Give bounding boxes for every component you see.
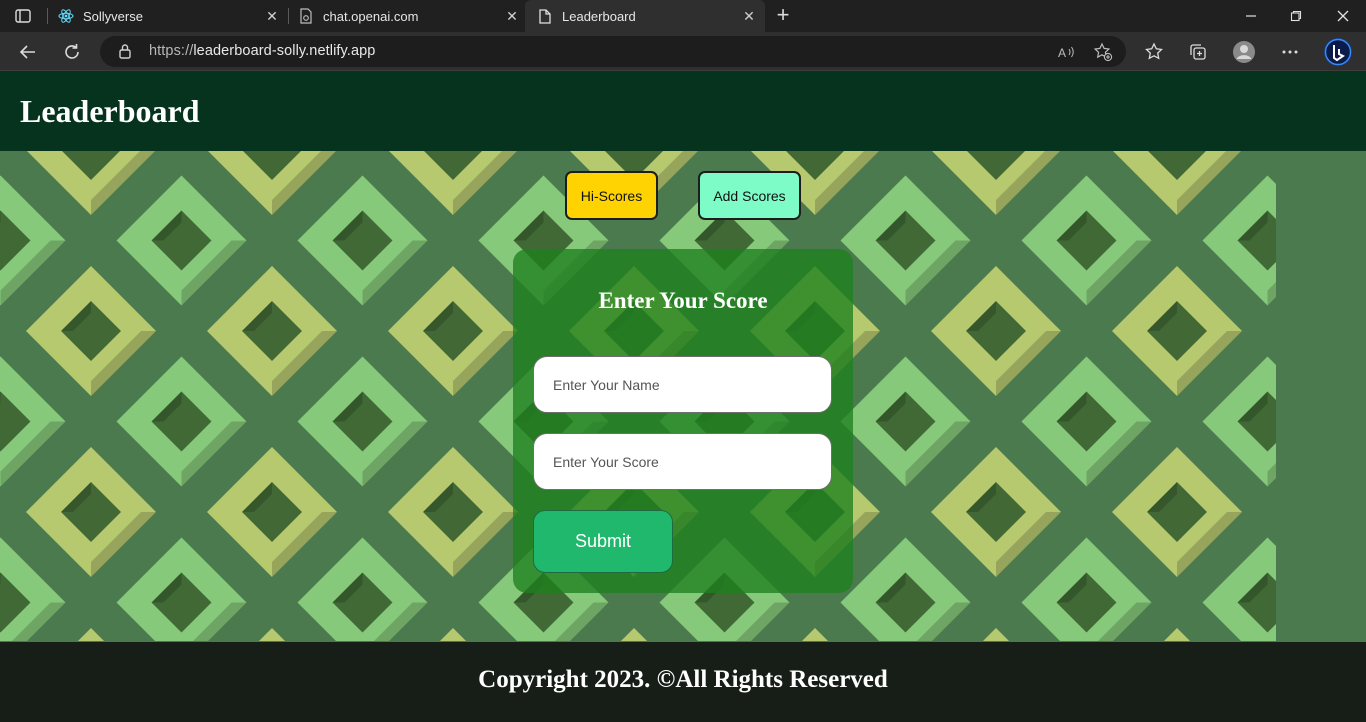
tab-title: Sollyverse bbox=[83, 8, 143, 24]
restore-icon[interactable] bbox=[1286, 6, 1306, 26]
document-icon bbox=[537, 8, 553, 24]
form-title: Enter Your Score bbox=[598, 288, 768, 313]
tab-title: Leaderboard bbox=[562, 8, 636, 24]
web-page: Leaderboard Hi-Scores Add Scores Enter Y… bbox=[0, 71, 1366, 722]
add-scores-button[interactable]: Add Scores bbox=[698, 171, 801, 220]
score-form: Enter Your Score Submit bbox=[513, 249, 853, 593]
page-icon bbox=[298, 8, 314, 24]
close-tab-icon[interactable]: ✕ bbox=[264, 8, 280, 24]
favorites-icon[interactable] bbox=[1142, 40, 1166, 64]
site-header: Leaderboard bbox=[0, 71, 1366, 151]
add-favorite-icon[interactable] bbox=[1092, 41, 1114, 63]
address-bar[interactable]: https://leaderboard-solly.netlify.app A bbox=[100, 36, 1126, 67]
close-window-icon[interactable] bbox=[1333, 6, 1353, 26]
collections-icon[interactable] bbox=[1186, 40, 1210, 64]
browser-toolbar: https://leaderboard-solly.netlify.app A bbox=[0, 32, 1366, 71]
submit-button[interactable]: Submit bbox=[533, 510, 673, 573]
svg-text:A: A bbox=[1058, 46, 1066, 59]
tab-leaderboard[interactable]: Leaderboard ✕ bbox=[525, 0, 765, 32]
react-icon bbox=[58, 8, 74, 24]
hi-scores-button[interactable]: Hi-Scores bbox=[565, 171, 658, 220]
read-aloud-icon[interactable]: A bbox=[1056, 41, 1078, 63]
profile-avatar-icon[interactable] bbox=[1231, 39, 1257, 65]
url-text: https://leaderboard-solly.netlify.app bbox=[149, 43, 376, 59]
copyright-text: Copyright 2023. ©All Rights Reserved bbox=[478, 666, 888, 693]
close-tab-icon[interactable]: ✕ bbox=[741, 8, 757, 24]
tab-chat-openai[interactable]: chat.openai.com ✕ bbox=[298, 0, 520, 32]
refresh-icon[interactable] bbox=[60, 40, 84, 64]
back-icon[interactable] bbox=[16, 40, 40, 64]
tab-sollyverse[interactable]: Sollyverse ✕ bbox=[58, 0, 280, 32]
tab-separator bbox=[47, 8, 48, 24]
minimize-icon[interactable] bbox=[1241, 6, 1261, 26]
tab-actions-icon[interactable] bbox=[12, 6, 34, 26]
close-tab-icon[interactable]: ✕ bbox=[504, 8, 520, 24]
more-menu-icon[interactable] bbox=[1278, 40, 1302, 64]
site-footer: Copyright 2023. ©All Rights Reserved bbox=[0, 642, 1366, 722]
new-tab-icon[interactable]: + bbox=[772, 4, 794, 27]
site-title: Leaderboard bbox=[20, 93, 200, 129]
tab-title: chat.openai.com bbox=[323, 8, 419, 24]
score-input[interactable] bbox=[533, 433, 832, 490]
lock-icon[interactable] bbox=[118, 43, 132, 64]
bing-chat-icon[interactable] bbox=[1322, 36, 1354, 68]
browser-tab-bar: Sollyverse ✕ chat.openai.com ✕ Leaderboa… bbox=[0, 0, 1366, 32]
name-input[interactable] bbox=[533, 356, 832, 413]
tab-separator bbox=[288, 8, 289, 24]
